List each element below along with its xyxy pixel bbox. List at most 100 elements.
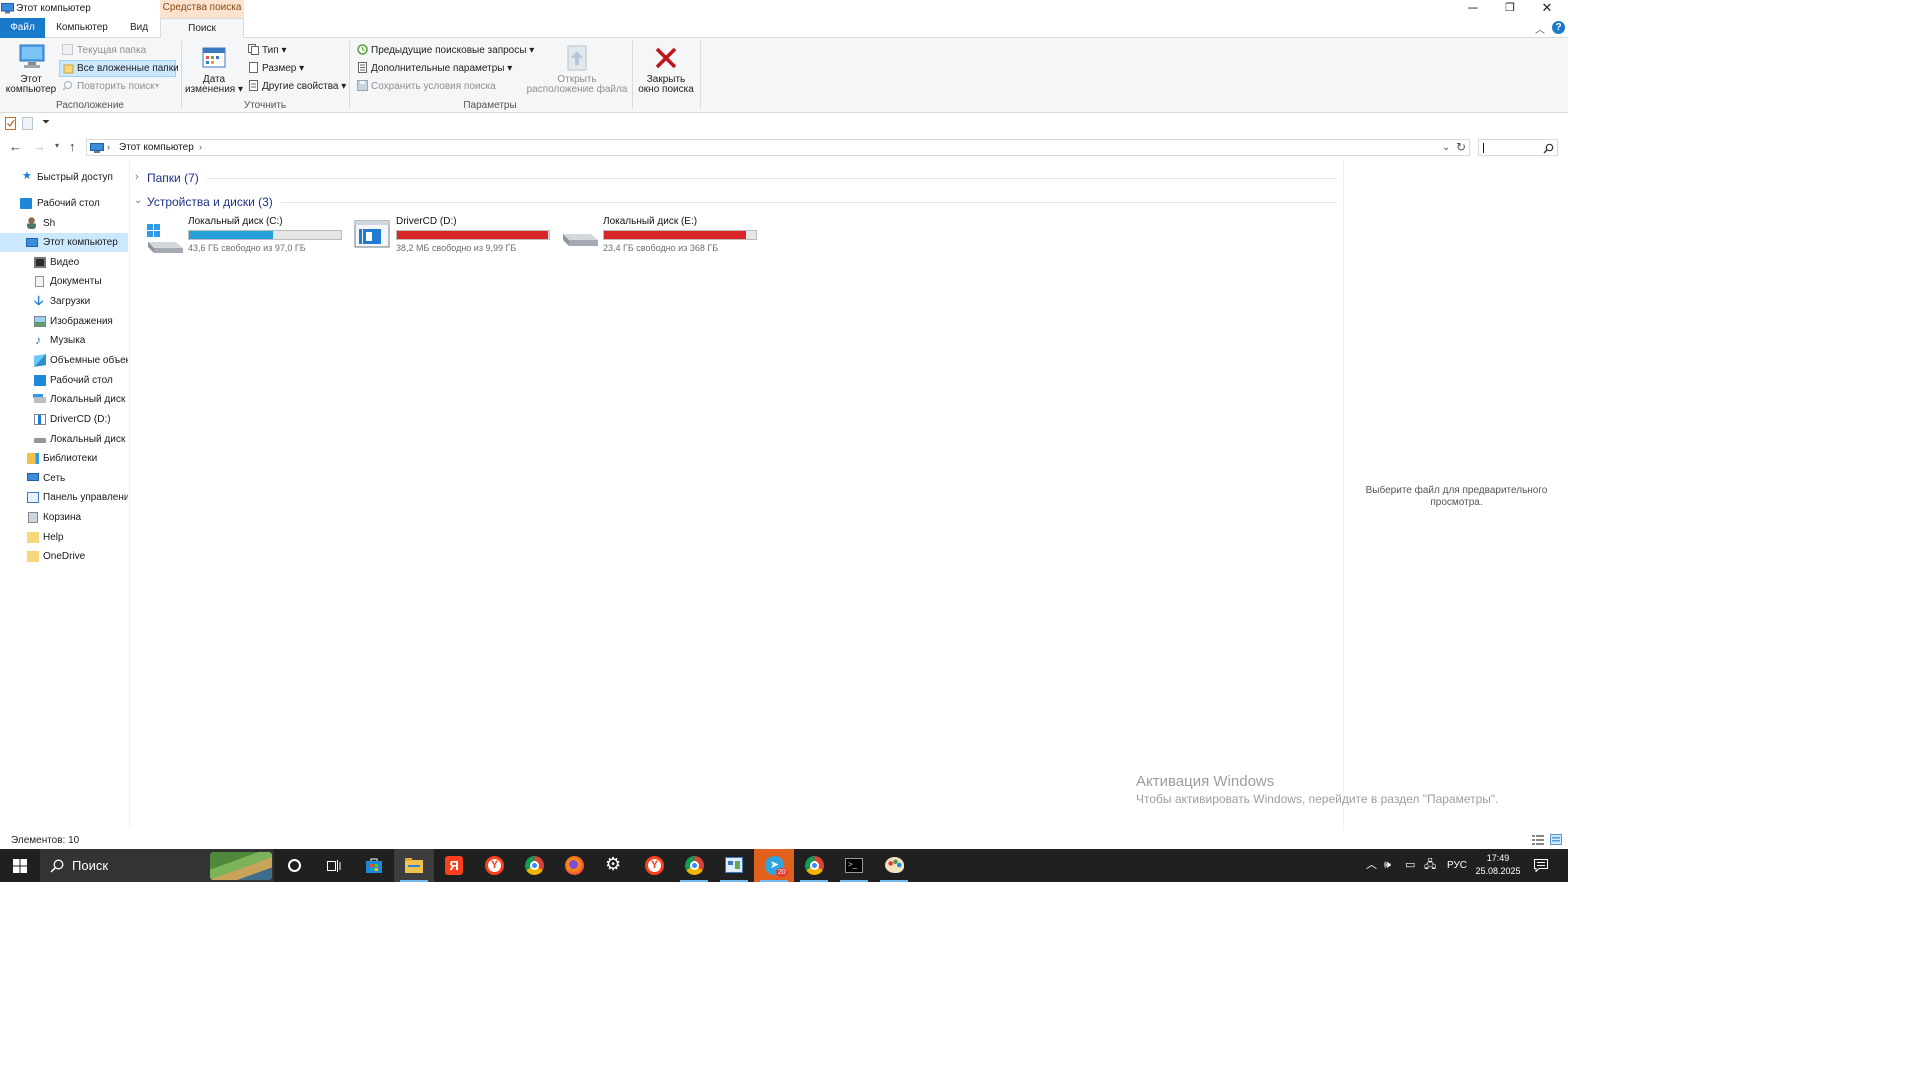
customize-qat-icon[interactable]: ⏷ xyxy=(42,117,50,128)
calendar-icon xyxy=(202,47,226,68)
group-header-line xyxy=(281,202,1337,203)
this-pc-button[interactable]: Этот компьютер xyxy=(4,42,58,98)
open-file-location-button[interactable]: Открыть расположение файла xyxy=(526,42,628,98)
tab-file[interactable]: Файл xyxy=(0,18,45,38)
tab-view[interactable]: Вид xyxy=(122,18,156,38)
chrome-second-button[interactable] xyxy=(794,849,834,882)
nav-item-videos[interactable]: Видео xyxy=(0,253,128,272)
new-folder-icon[interactable] xyxy=(22,117,34,130)
chrome-profile-button[interactable] xyxy=(674,849,714,882)
nav-item-user[interactable]: Sh xyxy=(0,214,128,233)
volume-icon[interactable]: 🕪 xyxy=(1384,849,1391,882)
group-header-folders[interactable]: Папки (7) xyxy=(147,171,199,185)
context-tab-search-tools[interactable]: Средства поиска xyxy=(160,0,244,18)
all-subfolders-button[interactable]: Все вложенные папки xyxy=(77,63,179,74)
nav-item-recycle-bin[interactable]: Корзина xyxy=(0,508,128,527)
microsoft-store-button[interactable] xyxy=(354,849,394,882)
date-modified-button[interactable]: Дата изменения ▾ xyxy=(184,42,244,98)
nav-item-desktop-root[interactable]: Рабочий стол xyxy=(0,194,128,213)
nav-item-local-disk-e[interactable]: Локальный диск xyxy=(0,430,128,449)
firefox-button[interactable] xyxy=(554,849,594,882)
nav-item-pictures[interactable]: Изображения xyxy=(0,312,128,331)
up-arrow-icon[interactable]: ↑ xyxy=(69,139,76,154)
other-properties-button[interactable]: Другие свойства ▾ xyxy=(262,81,346,92)
nav-item-music[interactable]: ♪ Музыка xyxy=(0,331,128,350)
search-input[interactable] xyxy=(1478,139,1558,156)
paint-button[interactable] xyxy=(874,849,914,882)
search-icon[interactable] xyxy=(1543,143,1554,154)
yandex-app-button[interactable]: Y xyxy=(634,849,674,882)
recent-searches-button[interactable]: Предыдущие поисковые запросы ▾ xyxy=(371,45,534,56)
ribbon-search: Этот компьютер Текущая папка Все вложенн… xyxy=(0,38,1568,113)
nav-item-this-pc[interactable]: Этот компьютер xyxy=(0,233,128,252)
yandex-browser-button[interactable]: Y xyxy=(474,849,514,882)
chevron-right-icon[interactable]: › xyxy=(135,171,139,183)
task-view-button[interactable] xyxy=(314,849,354,882)
help-icon[interactable]: ? xyxy=(1552,21,1565,34)
nav-item-drivercd-d[interactable]: DriverCD (D:) xyxy=(0,410,128,429)
search-again-button[interactable]: Повторить поиск xyxy=(77,81,155,92)
breadcrumb-separator-icon[interactable]: › xyxy=(199,142,202,152)
taskbar-search-box[interactable]: Поиск xyxy=(40,849,274,882)
chevron-down-icon[interactable]: ⌄ xyxy=(134,195,142,206)
close-search-button[interactable]: Закрыть окно поиска xyxy=(635,42,697,98)
tab-computer[interactable]: Компьютер xyxy=(50,18,114,38)
cd-drive-icon xyxy=(354,220,390,248)
tab-search[interactable]: Поиск xyxy=(160,18,244,39)
network-tray-icon[interactable]: 🖧 xyxy=(1424,849,1436,882)
address-history-chevron-icon[interactable]: ⌄ xyxy=(1442,142,1450,153)
battery-icon[interactable]: ▭ xyxy=(1405,849,1415,882)
chrome-button[interactable] xyxy=(514,849,554,882)
nav-item-help[interactable]: Help xyxy=(0,528,128,547)
advanced-options-button[interactable]: Дополнительные параметры ▾ xyxy=(371,63,512,74)
navigation-pane: ★ Быстрый доступ Рабочий стол Sh Этот ком… xyxy=(0,160,130,830)
collapse-ribbon-icon[interactable]: ︿ xyxy=(1535,21,1545,36)
details-view-icon[interactable] xyxy=(1532,835,1544,845)
yandex-button[interactable]: Я xyxy=(434,849,474,882)
breadcrumb-this-pc[interactable]: Этот компьютер xyxy=(119,142,194,153)
type-button[interactable]: Тип ▾ xyxy=(262,45,286,56)
breadcrumb-separator-icon[interactable]: › xyxy=(107,142,110,152)
save-search-button[interactable]: Сохранить условия поиска xyxy=(371,81,496,92)
close-window-button[interactable]: ✕ xyxy=(1529,0,1565,18)
nav-item-3d-objects[interactable]: Объемные объек xyxy=(0,351,128,370)
settings-button[interactable]: ⚙ xyxy=(594,849,634,882)
control-panel-taskbar-button[interactable] xyxy=(714,849,754,882)
nav-item-libraries[interactable]: Библиотеки xyxy=(0,449,128,468)
nav-item-control-panel[interactable]: Панель управлени xyxy=(0,488,128,507)
refresh-icon[interactable]: ↻ xyxy=(1456,140,1466,154)
group-header-devices[interactable]: Устройства и диски (3) xyxy=(147,195,273,209)
properties-checkmark-icon[interactable] xyxy=(5,117,17,130)
terminal-button[interactable]: >_ xyxy=(834,849,874,882)
notifications-icon[interactable] xyxy=(1534,859,1548,872)
size-icon xyxy=(249,62,258,73)
start-button[interactable] xyxy=(0,849,40,882)
input-language[interactable]: РУС xyxy=(1447,849,1467,882)
telegram-button[interactable]: ➤ 20 xyxy=(754,849,794,882)
current-folder-button[interactable]: Текущая папка xyxy=(77,45,146,56)
recent-locations-chevron-icon[interactable]: ▾ xyxy=(55,141,59,150)
forward-arrow-icon[interactable]: → xyxy=(33,139,46,154)
drive-tile-e[interactable]: Локальный диск (E:) 23,4 ГБ свободно из … xyxy=(561,216,761,256)
address-bar[interactable]: › Этот компьютер › ⌄ ↻ xyxy=(86,139,1470,156)
show-hidden-icons-chevron[interactable]: ︿ xyxy=(1366,849,1377,882)
cortana-button[interactable] xyxy=(274,849,314,882)
search-highlight-image xyxy=(210,852,272,880)
clock[interactable]: 17:49 25.08.2025 xyxy=(1471,852,1525,878)
restore-button[interactable]: ❐ xyxy=(1492,0,1528,18)
file-explorer-button[interactable] xyxy=(394,849,434,882)
back-arrow-icon[interactable]: ← xyxy=(9,139,22,154)
nav-item-local-disk-c[interactable]: Локальный диск xyxy=(0,390,128,409)
nav-item-onedrive[interactable]: OneDrive xyxy=(0,547,128,566)
drive-tile-d[interactable]: DriverCD (D:) 38,2 МБ свободно из 9,99 Г… xyxy=(354,216,554,256)
size-button[interactable]: Размер ▾ xyxy=(262,63,304,74)
drive-tile-c[interactable]: Локальный диск (C:) 43,6 ГБ свободно из … xyxy=(146,216,346,256)
tiles-view-icon[interactable] xyxy=(1550,834,1562,845)
nav-item-downloads[interactable]: 🡣 Загрузки xyxy=(0,292,128,311)
nav-item-desktop[interactable]: Рабочий стол xyxy=(0,371,128,390)
nav-item-network[interactable]: Сеть xyxy=(0,469,128,488)
minimize-button[interactable]: ─ xyxy=(1455,0,1491,18)
drive-name: Локальный диск (E:) xyxy=(603,216,698,227)
nav-item-quick-access[interactable]: ★ Быстрый доступ xyxy=(0,168,128,187)
nav-item-documents[interactable]: Документы xyxy=(0,272,128,291)
